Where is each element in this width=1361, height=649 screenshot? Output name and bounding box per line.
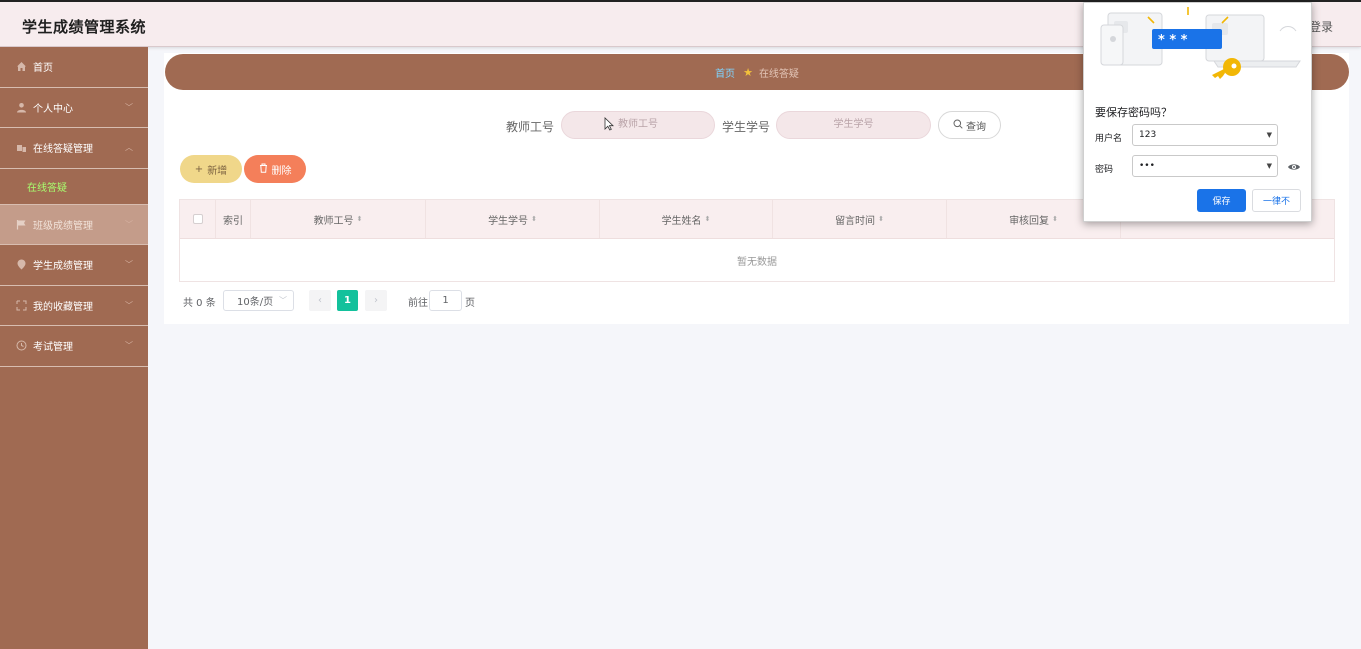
password-illustration: * * * <box>1100 7 1301 79</box>
sidebar-item-label: 个人中心 <box>33 103 73 115</box>
never-save-button[interactable]: 一律不 <box>1252 189 1301 212</box>
column-header-message-time[interactable]: 留言时间 ⬍ <box>773 200 947 238</box>
chevron-left-icon: ‹ <box>318 295 322 306</box>
sidebar-item-personal-center[interactable]: 个人中心 ﹀ <box>0 88 148 128</box>
chevron-down-icon: ﹀ <box>125 341 133 350</box>
save-password-popup: * * * 要保存密码吗？ 用户名 123 ▼ 密码 ••• ▼ 保存 一律不 <box>1083 2 1312 222</box>
sidebar-item-label: 在线答疑管理 <box>33 144 93 156</box>
plus-icon: + <box>194 163 204 175</box>
username-dropdown[interactable]: 123 ▼ <box>1132 124 1278 146</box>
pagination-total: 共 0 条 <box>183 298 216 309</box>
caret-down-icon: ▼ <box>1266 131 1272 139</box>
column-header-label: 索引 <box>223 215 243 227</box>
sidebar-item-student-score[interactable]: 学生成绩管理 ﹀ <box>0 245 148 286</box>
page-size-value: 10条/页 <box>237 297 274 308</box>
password-label: 密码 <box>1095 165 1114 175</box>
column-header-label: 学生学号 <box>488 215 529 227</box>
breadcrumb-home[interactable]: 首页 <box>715 65 735 80</box>
sidebar-item-label: 考试管理 <box>33 342 73 354</box>
chevron-down-icon: ﹀ <box>279 296 287 305</box>
delete-button[interactable]: 删除 <box>244 155 306 183</box>
sidebar-item-home[interactable]: 首页 <box>0 47 148 88</box>
student-id-input[interactable]: 学生学号 <box>776 111 931 139</box>
column-header-teacher-id[interactable]: 教师工号 ⬍ <box>251 200 426 238</box>
username-label: 用户名 <box>1095 134 1123 144</box>
save-password-button[interactable]: 保存 <box>1197 189 1246 212</box>
user-icon <box>16 102 27 113</box>
chevron-right-icon: › <box>374 295 378 306</box>
page-suffix-label: 页 <box>465 298 475 309</box>
flag-icon <box>16 219 27 230</box>
chat-icon <box>16 142 27 153</box>
sort-icon[interactable]: ⬍ <box>878 215 884 223</box>
column-header-student-id[interactable]: 学生学号 ⬍ <box>426 200 600 238</box>
chevron-down-icon: ﹀ <box>125 300 133 310</box>
sort-icon[interactable]: ⬍ <box>705 215 711 223</box>
chevron-down-icon: ﹀ <box>125 260 133 269</box>
page-size-select[interactable]: 10条/页 ﹀ <box>223 290 294 311</box>
query-button[interactable]: 查询 <box>938 111 1001 139</box>
student-id-label: 学生学号 <box>722 120 771 134</box>
next-page-button[interactable]: › <box>365 290 387 311</box>
star-icon: ★ <box>743 65 753 79</box>
sidebar-item-my-favorites[interactable]: 我的收藏管理 ﹀ <box>0 286 148 326</box>
column-header-label: 留言时间 <box>835 215 876 227</box>
trash-icon <box>259 163 268 176</box>
goto-label: 前往 <box>408 298 428 309</box>
column-header-student-name[interactable]: 学生姓名 ⬍ <box>600 200 773 238</box>
teacher-id-label: 教师工号 <box>506 120 555 134</box>
column-header-label: 教师工号 <box>313 215 354 227</box>
sidebar-item-label: 我的收藏管理 <box>33 301 93 313</box>
select-all-cell <box>180 200 216 238</box>
sidebar: 首页 个人中心 ﹀ 在线答疑管理 ︿ 在线答疑 班级成绩管理 ﹀ 学生成绩管理 … <box>0 47 148 649</box>
sidebar-item-label: 学生成绩管理 <box>33 261 93 273</box>
password-value: ••• <box>1139 161 1155 171</box>
table-empty-state: 暂无数据 <box>737 256 777 268</box>
mouse-cursor-icon <box>604 117 614 131</box>
search-icon <box>953 119 963 132</box>
page-number-current[interactable]: 1 <box>337 290 358 311</box>
chevron-down-icon: ﹀ <box>125 102 133 112</box>
home-icon <box>16 61 27 72</box>
column-header-label: 学生姓名 <box>661 215 702 227</box>
chevron-down-icon: ﹀ <box>125 219 133 229</box>
prev-page-button[interactable]: ‹ <box>309 290 331 311</box>
sidebar-item-class-score[interactable]: 班级成绩管理 ﹀ <box>0 204 148 245</box>
bookmark-icon <box>16 300 27 311</box>
location-icon <box>16 259 27 270</box>
chevron-up-icon: ︿ <box>125 143 133 152</box>
add-button-label: 新增 <box>207 165 228 177</box>
column-header-index: 索引 <box>216 200 251 238</box>
sort-icon[interactable]: ⬍ <box>531 215 537 223</box>
sidebar-item-online-qa[interactable]: 在线答疑管理 ︿ <box>0 128 148 169</box>
sidebar-subitem-online-qa[interactable]: 在线答疑 <box>0 169 148 205</box>
teacher-id-input[interactable]: 教师工号 <box>561 111 715 139</box>
sort-icon[interactable]: ⬍ <box>1052 215 1058 223</box>
sidebar-item-label: 首页 <box>33 63 53 75</box>
clock-icon <box>16 340 27 351</box>
delete-button-label: 删除 <box>271 165 292 177</box>
sidebar-item-label: 班级成绩管理 <box>33 220 93 232</box>
popup-title: 要保存密码吗？ <box>1095 106 1172 119</box>
goto-page-input[interactable]: 1 <box>429 290 462 311</box>
column-header-label: 审核回复 <box>1009 215 1050 227</box>
password-dropdown[interactable]: ••• ▼ <box>1132 155 1278 177</box>
illustration-password-mask: * * * <box>1158 33 1188 48</box>
select-all-checkbox[interactable] <box>192 214 203 224</box>
sidebar-item-exam[interactable]: 考试管理 ﹀ <box>0 326 148 367</box>
eye-icon[interactable] <box>1287 160 1301 174</box>
username-value: 123 <box>1139 130 1157 140</box>
sort-icon[interactable]: ⬍ <box>357 215 363 223</box>
caret-down-icon: ▼ <box>1266 162 1272 170</box>
add-button[interactable]: + 新增 <box>180 155 242 183</box>
breadcrumb-current: 在线答疑 <box>758 68 799 80</box>
app-title: 学生成绩管理系统 <box>22 18 147 36</box>
query-button-label: 查询 <box>966 121 986 133</box>
